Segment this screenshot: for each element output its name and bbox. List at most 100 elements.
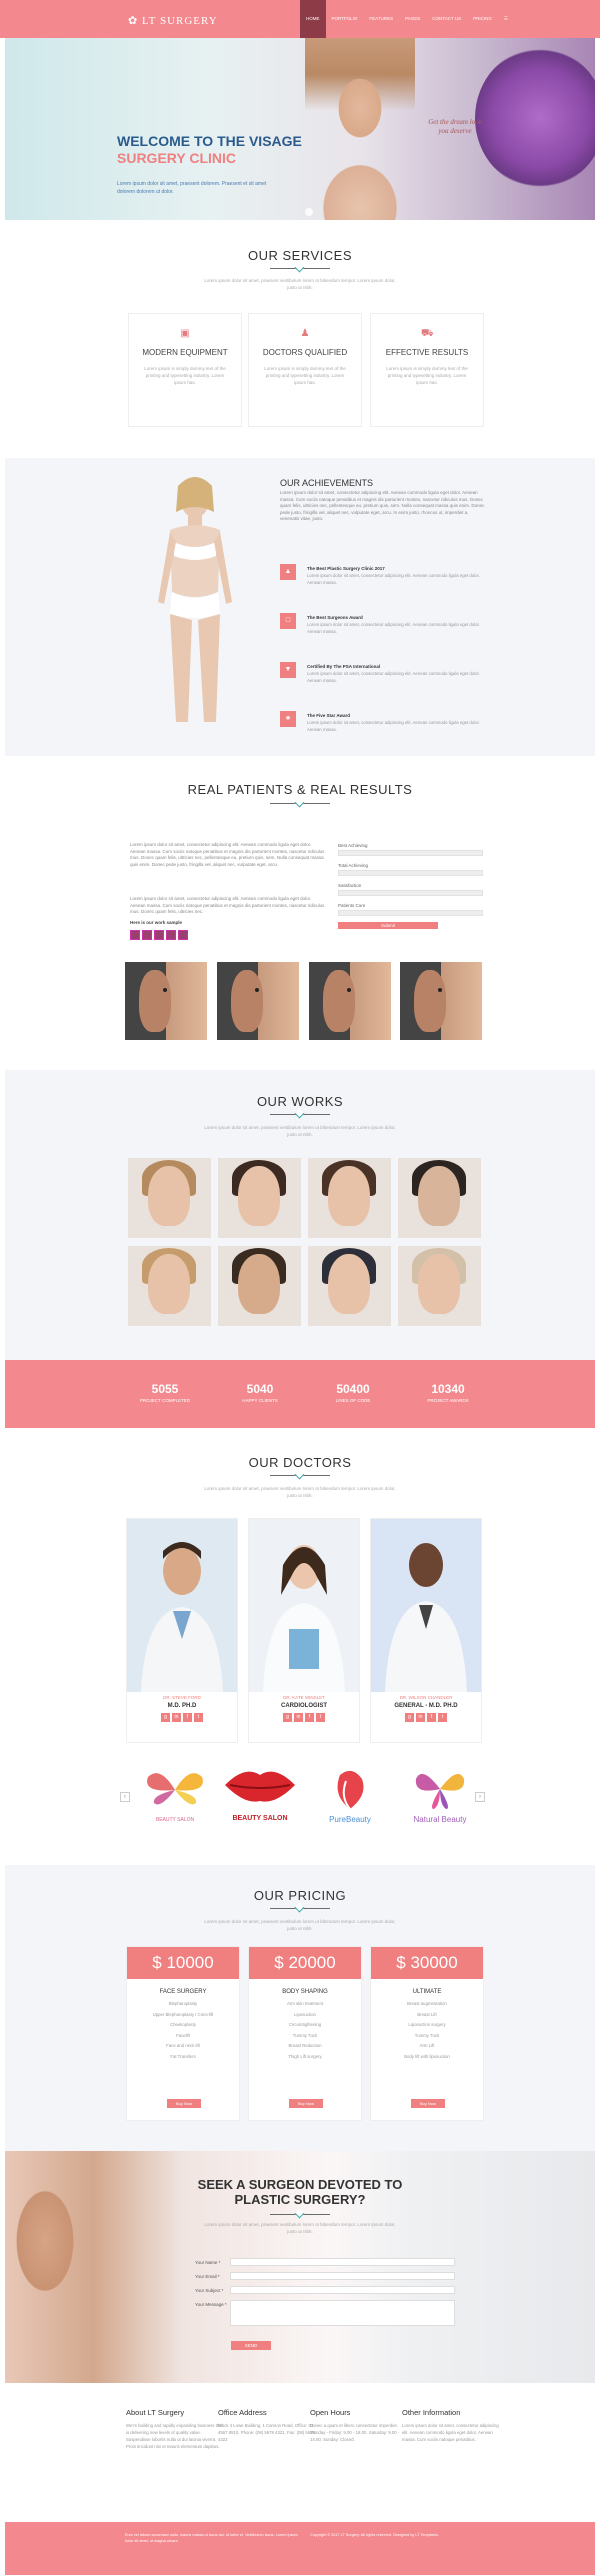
photo-half: [441, 962, 482, 1040]
sample-thumb[interactable]: [130, 930, 140, 940]
doctor-name: DR. KATE WINSLET: [283, 1695, 325, 1700]
work-image[interactable]: [128, 1158, 211, 1238]
footer-about: About LT Surgery We're building and rapid…: [126, 2408, 226, 2450]
partner-logo[interactable]: Natural Beauty: [395, 1765, 485, 1835]
linkedin-icon[interactable]: in: [294, 1713, 303, 1722]
linkedin-icon[interactable]: in: [172, 1713, 181, 1722]
linkedin-icon[interactable]: in: [416, 1713, 425, 1722]
partner-logo[interactable]: BEAUTY SALON: [215, 1765, 305, 1835]
contact-field: Your Message *: [130, 2299, 455, 2329]
email-input[interactable]: [230, 2272, 455, 2280]
twitter-icon[interactable]: t: [194, 1713, 203, 1722]
sample-thumb[interactable]: [166, 930, 176, 940]
field-input[interactable]: [338, 910, 483, 916]
submit-button[interactable]: Submit: [338, 922, 438, 929]
twitter-icon[interactable]: t: [438, 1713, 447, 1722]
site-logo[interactable]: ✿ LT SURGERY: [128, 14, 218, 27]
sample-thumb[interactable]: [154, 930, 164, 940]
plan-feature: Fat Transfers: [170, 2053, 196, 2059]
nav-home[interactable]: HOME: [300, 0, 326, 38]
work-image[interactable]: [398, 1158, 481, 1238]
work-face: [148, 1166, 190, 1226]
carousel-prev-icon[interactable]: ‹: [120, 1792, 130, 1802]
stat-label: PROJECT AWARDS: [427, 1398, 469, 1403]
field-input[interactable]: [338, 890, 483, 896]
facebook-icon[interactable]: f: [183, 1713, 192, 1722]
twitter-icon[interactable]: t: [316, 1713, 325, 1722]
plan-feature: Facelift: [176, 2032, 190, 2038]
doctor-photo: [371, 1519, 481, 1692]
name-input[interactable]: [230, 2258, 455, 2266]
doctor-name: DR. STEVE FORD: [163, 1695, 201, 1700]
send-button[interactable]: SEND: [231, 2341, 271, 2350]
buy-now-button[interactable]: Buy Now: [167, 2099, 201, 2108]
nav-portfolio[interactable]: PORTFOLIO: [326, 0, 364, 38]
field-label: Your Subject *: [195, 2288, 224, 2293]
achievement-text: Lorem ipsum dolor sit amet, consectetur …: [307, 671, 480, 683]
plan-feature: Body lift with liposuction: [404, 2053, 450, 2059]
footer-hours: Open Hours Donec a quam et libero consect…: [310, 2408, 410, 2443]
work-image[interactable]: [308, 1246, 391, 1326]
nav-contact[interactable]: CONTACT US: [426, 0, 467, 38]
section-divider: [270, 2211, 330, 2219]
sample-thumb[interactable]: [142, 930, 152, 940]
scroll-down-icon[interactable]: [305, 208, 313, 216]
partner-logo[interactable]: BEAUTY SALON: [130, 1765, 220, 1835]
doctors-subtitle: Lorem ipsum dolor sit amet, praesent ves…: [204, 1486, 396, 1498]
buy-now-button[interactable]: Buy Now: [411, 2099, 445, 2108]
plan-feature: Tummy Tuck: [414, 2032, 440, 2038]
ambulance-icon: ⛟: [421, 328, 434, 339]
field-input[interactable]: [338, 850, 483, 856]
contact-field: Your Email *: [130, 2271, 455, 2284]
service-card-title: EFFECTIVE RESULTS: [385, 348, 469, 357]
work-image[interactable]: [218, 1246, 301, 1326]
work-image[interactable]: [398, 1246, 481, 1326]
partner-name: PureBeauty: [329, 1815, 371, 1824]
footer-heading: Office Address: [218, 2408, 267, 2417]
doctor-social: g in f t: [371, 1713, 481, 1722]
buy-now-button[interactable]: Buy Now: [289, 2099, 323, 2108]
google-plus-icon[interactable]: g: [283, 1713, 292, 1722]
achievement-title: The Best Plastic Surgery Clinic 2017: [307, 566, 385, 571]
hamburger-icon[interactable]: ☰: [498, 0, 514, 38]
doctor-title: GENERAL - M.D. PH.D: [394, 1703, 458, 1709]
plan-name: FACE SURGERY: [159, 1989, 207, 1995]
before-after-image: [217, 962, 299, 1040]
pricing-title: OUR PRICING: [253, 1888, 347, 1903]
natural-beauty-logo-icon: [415, 1773, 465, 1809]
nav-features[interactable]: FEATURES: [363, 0, 399, 38]
facebook-icon[interactable]: f: [305, 1713, 314, 1722]
before-after-image: [309, 962, 391, 1040]
partner-logo[interactable]: PureBeauty: [305, 1765, 395, 1835]
butterfly-logo-icon: [147, 1773, 203, 1805]
work-image[interactable]: [308, 1158, 391, 1238]
achievements-text: Lorem ipsum dolor sit amet, consectetur …: [280, 490, 485, 521]
field-label: Total Achieving: [338, 863, 369, 868]
pure-beauty-logo-icon: [337, 1770, 364, 1810]
google-plus-icon[interactable]: g: [405, 1713, 414, 1722]
subject-input[interactable]: [230, 2286, 455, 2294]
hero-quote: Get the dream look you deserve: [428, 118, 482, 135]
work-face: [328, 1254, 370, 1314]
nav-pages[interactable]: PAGES: [399, 0, 426, 38]
sample-thumbnails: [130, 930, 190, 942]
photo-half: [350, 962, 391, 1040]
plan-feature: Arm Lift: [419, 2043, 435, 2048]
sample-thumb[interactable]: [178, 930, 188, 940]
facebook-icon[interactable]: f: [427, 1713, 436, 1722]
award-icon: □: [280, 613, 296, 629]
plan-feature: Liposuction: [294, 2011, 316, 2017]
top-navbar: ✿ LT SURGERY HOME PORTFOLIO FEATURES PAG…: [0, 0, 600, 38]
message-textarea[interactable]: [230, 2300, 455, 2326]
nav-pricing[interactable]: PRICING: [467, 0, 498, 38]
plan-feature: Liposuction surgery: [408, 2022, 446, 2027]
google-plus-icon[interactable]: g: [161, 1713, 170, 1722]
photo-eye: [255, 988, 259, 992]
logo-text: LT SURGERY: [141, 15, 218, 27]
work-image[interactable]: [128, 1246, 211, 1326]
achievements-woman-image: [158, 477, 232, 722]
plan-feature: Breast Lift: [417, 2011, 437, 2017]
section-divider: [270, 265, 330, 273]
work-image[interactable]: [218, 1158, 301, 1238]
field-input[interactable]: [338, 870, 483, 876]
